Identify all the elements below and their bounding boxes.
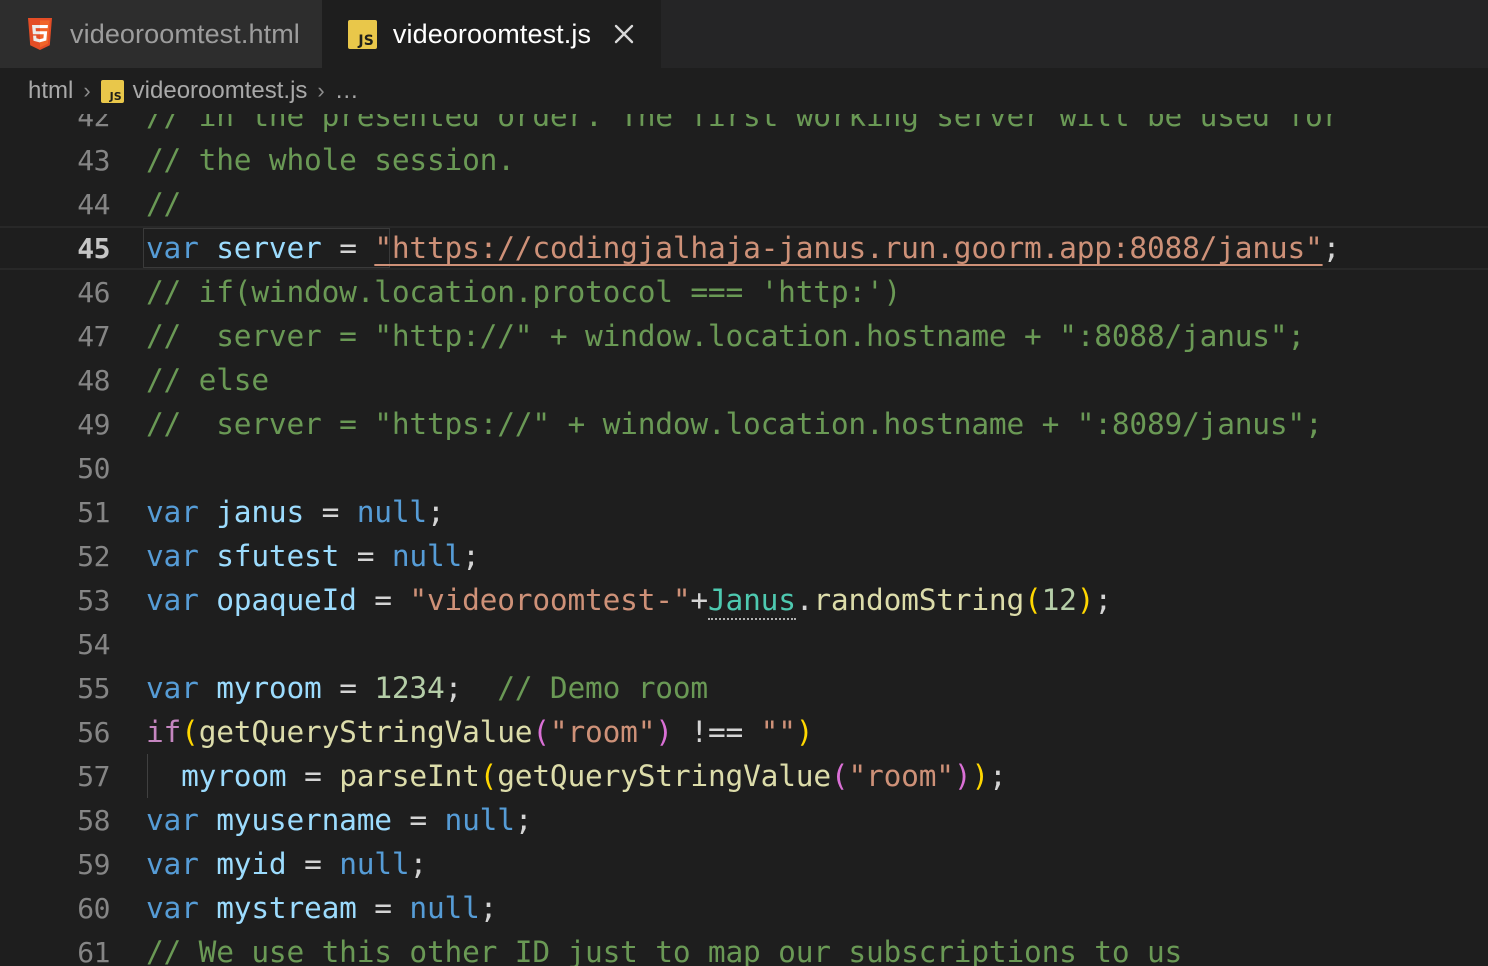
code-line[interactable]: 55 var myroom = 1234; // Demo room [0, 666, 1488, 710]
javascript-icon: JS [347, 19, 377, 49]
line-number: 50 [77, 451, 110, 485]
code-line[interactable]: 52 var sfutest = null; [0, 534, 1488, 578]
code-line[interactable]: 49 // server = "https://" + window.locati… [0, 402, 1488, 446]
line-content[interactable]: var myroom = 1234; // Demo room [146, 671, 708, 705]
code-line[interactable]: 48 // else [0, 358, 1488, 402]
breadcrumb: html › JS videoroomtest.js › … [0, 68, 1488, 114]
code-line[interactable]: 46 // if(window.location.protocol === 'ht… [0, 270, 1488, 314]
code-line[interactable]: 59 var myid = null; [0, 842, 1488, 886]
code-line[interactable]: 53 var opaqueId = "videoroomtest-"+Janus.… [0, 578, 1488, 622]
line-number: 53 [77, 583, 110, 617]
code-line[interactable]: 42 // in the presented order. The first w… [0, 114, 1488, 138]
code-line[interactable]: 56 if(getQueryStringValue("room") !== "") [0, 710, 1488, 754]
line-content[interactable]: var myusername = null; [146, 803, 533, 837]
code-line[interactable]: 61 // We use this other ID just to map ou… [0, 930, 1488, 966]
line-content[interactable]: var janus = null; [146, 495, 445, 529]
code-line[interactable]: 43 // the whole session. [0, 138, 1488, 182]
javascript-icon: JS [100, 79, 124, 103]
close-icon[interactable] [609, 19, 639, 49]
line-number: 61 [77, 935, 110, 966]
line-number: 52 [77, 539, 110, 573]
code-line[interactable]: 57 myroom = parseInt(getQueryStringValue… [0, 754, 1488, 798]
line-number: 46 [77, 275, 110, 309]
code-line[interactable]: 47 // server = "http://" + window.locatio… [0, 314, 1488, 358]
line-number: 56 [77, 715, 110, 749]
line-content[interactable]: // [146, 187, 181, 221]
tab-bar-empty-space [661, 0, 1488, 68]
line-content[interactable]: var sfutest = null; [146, 539, 480, 573]
breadcrumb-item-symbols[interactable]: … [335, 79, 360, 103]
editor-tab-bar: videoroomtest.html JS videoroomtest.js [0, 0, 1488, 68]
html5-icon [28, 18, 52, 50]
line-content[interactable]: var mystream = null; [146, 891, 497, 925]
breadcrumb-item-folder[interactable]: html [28, 79, 73, 103]
line-content[interactable]: // else [146, 363, 269, 397]
line-number: 57 [77, 759, 110, 793]
line-number: 60 [77, 891, 110, 925]
tab-videoroomtest-html[interactable]: videoroomtest.html [0, 0, 322, 68]
line-number: 42 [77, 114, 110, 133]
line-number: 59 [77, 847, 110, 881]
line-content[interactable]: // server = "https://" + window.location… [146, 407, 1323, 441]
line-content[interactable]: // the whole session. [146, 143, 515, 177]
line-number: 44 [77, 187, 110, 221]
chevron-right-icon: › [83, 78, 91, 103]
line-number: 54 [77, 627, 110, 661]
code-line[interactable]: 51 var janus = null; [0, 490, 1488, 534]
code-line[interactable]: 58 var myusername = null; [0, 798, 1488, 842]
line-content[interactable]: var opaqueId = "videoroomtest-"+Janus.ra… [146, 583, 1112, 620]
code-line[interactable]: 54 [0, 622, 1488, 666]
code-line[interactable]: 45 var server = "https://codingjalhaja-ja… [0, 226, 1488, 270]
line-content[interactable]: // if(window.location.protocol === 'http… [146, 275, 901, 309]
line-content[interactable]: myroom = parseInt(getQueryStringValue("r… [146, 759, 1007, 793]
line-number: 43 [77, 143, 110, 177]
code-line[interactable]: 44 // [0, 182, 1488, 226]
code-line[interactable]: 60 var mystream = null; [0, 886, 1488, 930]
chevron-right-icon: › [317, 78, 325, 103]
code-lines-container: 42 // in the presented order. The first w… [0, 114, 1488, 966]
line-content[interactable]: // in the presented order. The first wor… [146, 114, 1340, 133]
line-number: 55 [77, 671, 110, 705]
line-number: 49 [77, 407, 110, 441]
breadcrumb-item-file[interactable]: videoroomtest.js [133, 79, 308, 103]
line-number: 48 [77, 363, 110, 397]
line-number: 45 [77, 231, 110, 265]
line-number: 47 [77, 319, 110, 353]
tab-label: videoroomtest.js [392, 18, 592, 49]
line-content[interactable]: var server = "https://codingjalhaja-janu… [146, 231, 1340, 265]
code-editor[interactable]: 42 // in the presented order. The first w… [0, 114, 1488, 966]
tab-label: videoroomtest.html [70, 18, 300, 49]
tab-videoroomtest-js[interactable]: JS videoroomtest.js [321, 0, 662, 68]
line-content[interactable]: // server = "http://" + window.location.… [146, 319, 1305, 353]
line-content[interactable]: var myid = null; [146, 847, 427, 881]
line-number: 51 [77, 495, 110, 529]
line-number: 58 [77, 803, 110, 837]
line-content[interactable]: if(getQueryStringValue("room") !== "") [146, 715, 814, 749]
code-line[interactable]: 50 [0, 446, 1488, 490]
line-content[interactable]: // We use this other ID just to map our … [146, 935, 1182, 966]
